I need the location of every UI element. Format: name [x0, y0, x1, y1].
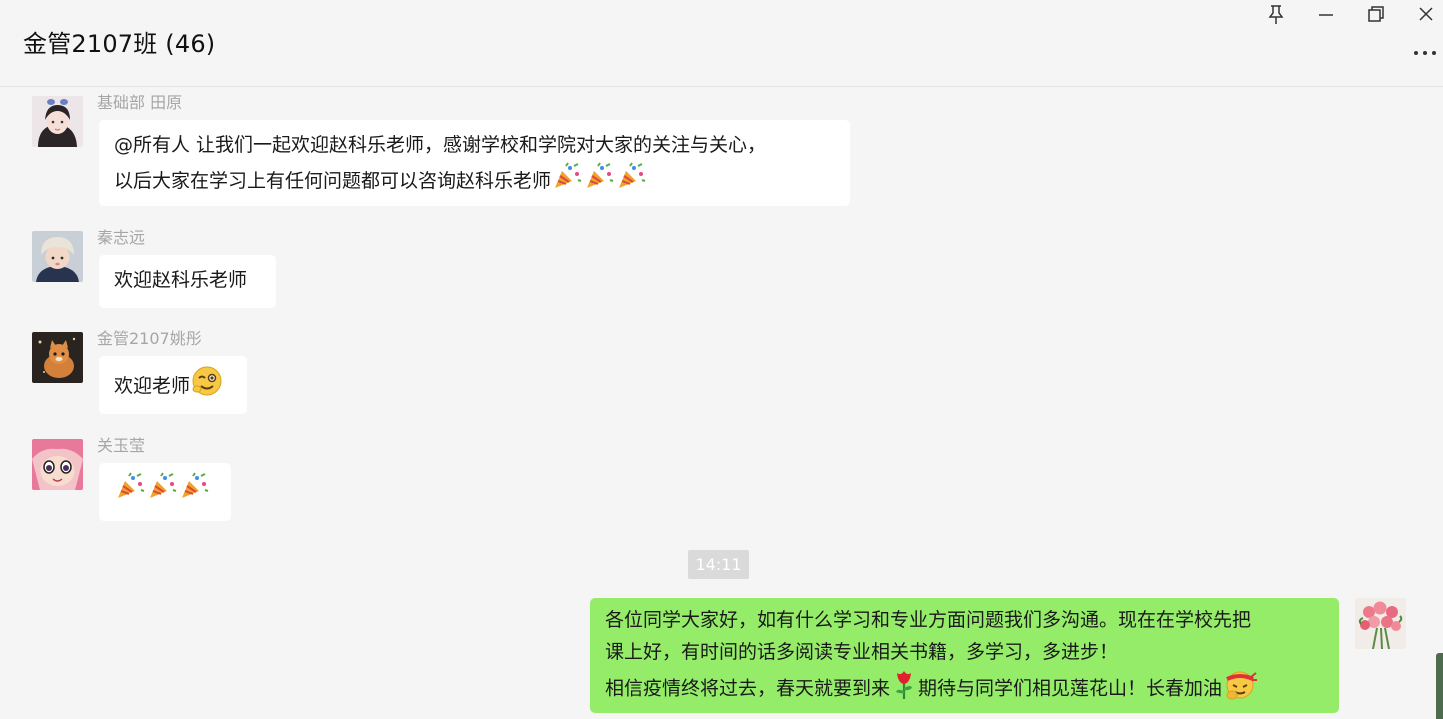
party-popper-emoji	[584, 162, 614, 201]
party-popper-emoji	[147, 472, 177, 511]
rose-emoji	[891, 668, 917, 710]
message-text: 以后大家在学习上有任何问题都可以咨询赵科乐老师	[114, 170, 552, 192]
restore-icon[interactable]	[1359, 2, 1393, 28]
sender-name: 秦志远	[97, 228, 146, 247]
scrollbar-thumb[interactable]	[1436, 653, 1443, 719]
girl-portrait-avatar[interactable]	[32, 96, 83, 147]
orange-cat-avatar[interactable]	[32, 332, 83, 383]
close-icon[interactable]	[1409, 2, 1443, 28]
message-text-line: 欢迎老师	[114, 365, 232, 408]
message-text-line: 相信疫情终将过去，春天就要到来 期待与同学们相见莲花山！长春加油	[605, 668, 1324, 710]
party-popper-emoji	[616, 162, 646, 201]
own-message-bubble[interactable]: 各位同学大家好，如有什么学习和专业方面问题我们多沟通。现在在学校先把 课上好，有…	[590, 598, 1339, 713]
message-text: 欢迎老师	[114, 375, 191, 397]
message-bubble[interactable]: @所有人 让我们一起欢迎赵科乐老师，感谢学校和学院对大家的关注与关心， 以后大家…	[99, 120, 850, 206]
message-text: 课上好，有时间的话多阅读专业相关书籍，多学习，多进步！	[605, 641, 1119, 663]
emoji-line	[114, 472, 216, 511]
wink-emoji	[191, 365, 223, 408]
title-bar: 金管2107班 (46)	[0, 0, 1443, 87]
anime-girl-avatar[interactable]	[32, 439, 83, 490]
message-text: 欢迎赵科乐老师	[114, 269, 248, 291]
party-popper-emoji	[552, 162, 582, 201]
chat-window: 金管2107班 (46) 基础部 田原 @所有人 让我们一起欢迎赵科乐老师，感谢…	[0, 0, 1443, 719]
sender-name: 关玉莹	[97, 436, 146, 455]
sender-name: 金管2107姚彤	[97, 329, 202, 348]
message-text-line: 以后大家在学习上有任何问题都可以咨询赵科乐老师	[114, 162, 835, 201]
fighting-emoji	[1223, 668, 1258, 710]
party-popper-emoji	[179, 472, 209, 511]
party-popper-emoji	[115, 472, 145, 511]
child-in-hat-avatar[interactable]	[32, 231, 83, 282]
sender-name: 基础部 田原	[97, 93, 183, 112]
message-text: 相信疫情终将过去，春天就要到来	[605, 677, 891, 700]
message-bubble[interactable]	[99, 463, 231, 521]
minimize-icon[interactable]	[1309, 2, 1343, 28]
message-bubble[interactable]: 欢迎赵科乐老师	[99, 255, 276, 308]
chat-title: 金管2107班 (46)	[23, 30, 216, 58]
more-icon[interactable]	[1410, 42, 1440, 64]
message-text: @所有人 让我们一起欢迎赵科乐老师，感谢学校和学院对大家的关注与关心，	[114, 134, 767, 156]
message-list[interactable]: 基础部 田原 @所有人 让我们一起欢迎赵科乐老师，感谢学校和学院对大家的关注与关…	[0, 87, 1443, 719]
pink-roses-avatar[interactable]	[1355, 598, 1406, 649]
pin-icon[interactable]	[1259, 2, 1293, 28]
timestamp: 14:11	[688, 550, 749, 579]
message-text: 期待与同学们相见莲花山！长春加油	[918, 677, 1223, 700]
message-bubble[interactable]: 欢迎老师	[99, 356, 247, 414]
message-text: 各位同学大家好，如有什么学习和专业方面问题我们多沟通。现在在学校先把	[605, 609, 1252, 631]
